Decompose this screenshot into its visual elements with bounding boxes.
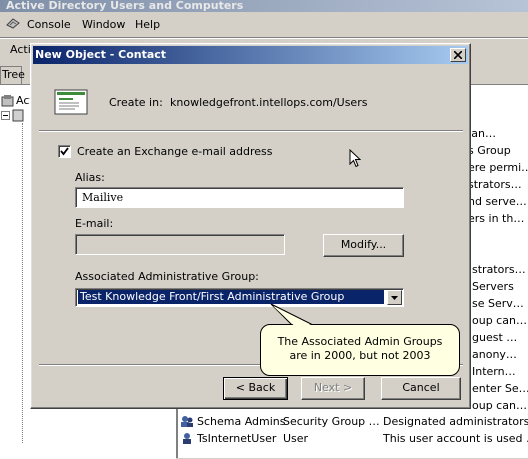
exchange-checkbox[interactable] [58, 145, 71, 158]
list-description: se Serv… [472, 297, 524, 310]
group-icon [181, 416, 193, 427]
list-description: strators… [472, 263, 526, 276]
row-name: TsInternetUser [197, 432, 277, 445]
list-row[interactable]: TsInternetUser User This user account is… [178, 431, 528, 447]
dropdown-arrow-button[interactable] [387, 290, 402, 305]
close-button[interactable] [450, 48, 466, 62]
checkmark-icon [60, 147, 69, 156]
row-type: User [283, 432, 309, 445]
cancel-button[interactable]: Cancel [381, 377, 461, 400]
list-row[interactable]: Schema Admins Security Group … Designate… [178, 414, 528, 430]
list-description: s Group [468, 144, 511, 157]
ad-root-icon [1, 95, 14, 107]
console-icon [6, 18, 20, 29]
list-description: enter Se… [472, 382, 528, 395]
menu-bar: Console Window Help [0, 14, 528, 36]
alias-input[interactable]: Mailive [75, 187, 404, 208]
email-label: E-mail: [75, 217, 114, 230]
annotation-callout: The Associated Admin Groups are in 2000,… [260, 324, 460, 376]
email-input [75, 234, 285, 255]
dialog-title-bar[interactable]: New Object - Contact [33, 46, 468, 64]
create-in-path: knowledgefront.intellops.com/Users [170, 96, 368, 109]
mouse-cursor-icon [349, 149, 361, 168]
menu-console[interactable]: Console [27, 18, 71, 31]
chevron-down-icon [391, 296, 398, 300]
dialog-title: New Object - Contact [35, 48, 167, 61]
row-name: Schema Admins [197, 415, 286, 428]
contact-card-icon [54, 89, 88, 115]
divider [39, 130, 463, 132]
list-description: Servers [472, 280, 514, 293]
window-title-bar: Active Directory Users and Computers [0, 0, 528, 12]
admin-group-label: Associated Administrative Group: [75, 270, 259, 283]
admin-group-selected-value: Test Knowledge Front/First Administrativ… [78, 290, 384, 304]
row-description: Designated administrators… [383, 415, 528, 428]
menu-help[interactable]: Help [135, 18, 160, 31]
list-description: strators… [468, 178, 522, 191]
tree-expand-icon[interactable] [1, 109, 25, 123]
callout-line-1: The Associated Admin Groups [277, 335, 443, 348]
tab-tree[interactable]: Tree [0, 66, 25, 84]
tree-line [22, 123, 24, 443]
list-description: Intern… [472, 365, 516, 378]
user-icon [183, 433, 191, 444]
row-description: This user account is used … [383, 432, 528, 445]
callout-line-2: are in 2000, but not 2003 [289, 349, 431, 362]
alias-label: Alias: [75, 171, 105, 184]
list-description: nd serve… [468, 195, 527, 208]
row-type: Security Group … [283, 415, 380, 428]
menu-separator [0, 37, 528, 39]
exchange-checkbox-label[interactable]: Create an Exchange e-mail address [77, 145, 273, 158]
list-description: guest … [472, 331, 518, 344]
menu-window[interactable]: Window [82, 18, 125, 31]
close-icon [454, 51, 462, 59]
modify-button[interactable]: Modify... [323, 234, 404, 257]
list-description: ere permi… [468, 161, 528, 174]
list-description: anony… [472, 348, 517, 361]
admin-group-select[interactable]: Test Knowledge Front/First Administrativ… [75, 288, 404, 307]
list-description: ers in th… [468, 212, 525, 225]
menu-action[interactable]: Acti [10, 43, 31, 56]
back-button[interactable]: < Back [223, 377, 288, 400]
next-button: Next > [301, 377, 365, 400]
list-description: oup can… [472, 314, 527, 327]
list-description: oup can… [472, 399, 527, 412]
create-in-label: Create in: [109, 96, 163, 109]
